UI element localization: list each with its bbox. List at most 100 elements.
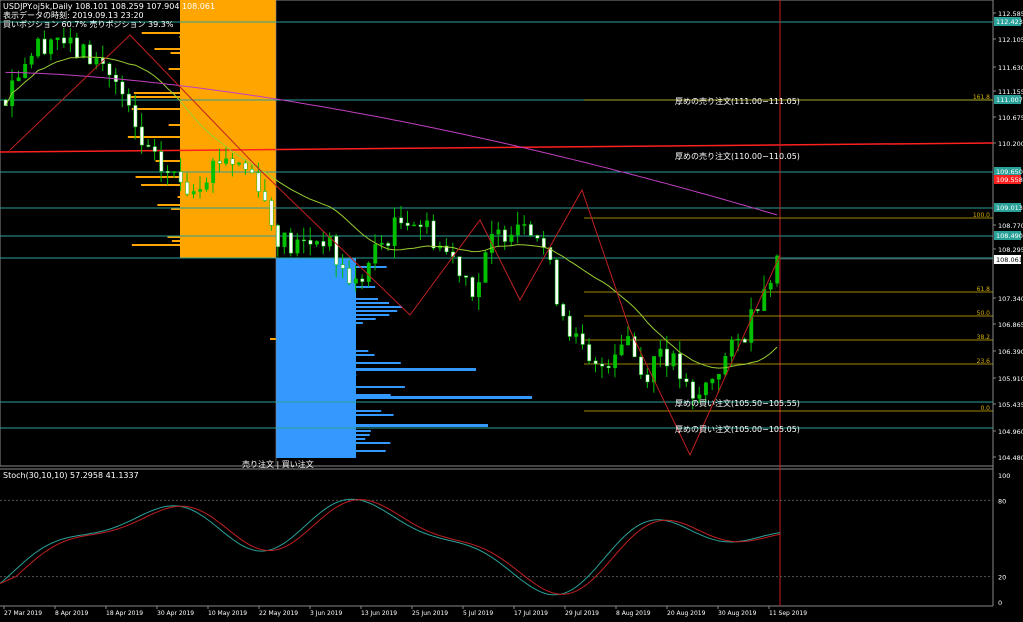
candle-body xyxy=(412,224,417,227)
sell-order-bar xyxy=(219,128,276,130)
date-tick-label: 18 Apr 2019 xyxy=(106,610,143,617)
buy-order-bar xyxy=(276,278,318,280)
candle-body xyxy=(477,282,481,298)
candle-body xyxy=(626,336,631,346)
candle-body xyxy=(645,374,650,383)
buy-order-bar xyxy=(276,342,312,344)
buy-order-bar xyxy=(276,434,370,436)
sell-order-bar xyxy=(233,84,276,86)
stoch-axis-label: 80 xyxy=(998,497,1006,505)
buy-order-bar-long xyxy=(276,396,532,399)
candle-body xyxy=(470,277,475,298)
orders-legend: 売り注文 | 買い注文 xyxy=(242,459,314,469)
sell-order-bar xyxy=(225,144,276,146)
price-tick-label: 112.585 xyxy=(998,10,1023,18)
sell-order-bar xyxy=(233,132,276,134)
sell-order-bar xyxy=(171,240,276,242)
buy-order-bar xyxy=(276,338,329,340)
sell-order-bar xyxy=(133,92,276,94)
chart-window[interactable]: 161.8 100.0 61.8 50.0 38.2 23.6 0.0 厚めの売り注文(111… xyxy=(0,0,1023,618)
candle-body xyxy=(535,235,540,239)
candle-body xyxy=(75,37,79,58)
sell-heavy-note-1: 厚めの売り注文(111.00−111.05) xyxy=(675,96,800,106)
candle-body xyxy=(522,224,527,226)
candle-body xyxy=(191,191,196,195)
sell-order-bar xyxy=(155,160,276,162)
buy-order-bar xyxy=(276,394,391,396)
sell-order-bar xyxy=(225,192,276,194)
buy-heavy-note-1: 厚めの買い注文(105.50−105.55) xyxy=(675,398,800,408)
date-tick-label: 25 Jun 2019 xyxy=(412,610,448,617)
price-tick-label: 107.340 xyxy=(998,295,1023,303)
stoch-axis-label: 100 xyxy=(998,472,1010,480)
sell-order-bar xyxy=(224,16,276,18)
price-tag-label: 109.558 xyxy=(996,176,1023,184)
candle-body xyxy=(185,181,190,195)
candle-body xyxy=(379,243,384,245)
date-tick-label: 30 Aug 2019 xyxy=(718,610,757,617)
candle-body xyxy=(587,344,592,362)
candle-body xyxy=(690,381,695,399)
buy-order-bar xyxy=(276,318,376,320)
fib-label: 38.2 xyxy=(977,334,991,341)
sell-order-bar xyxy=(235,72,276,74)
date-tick-label: 8 Aug 2019 xyxy=(616,610,651,617)
candle-body xyxy=(120,81,125,95)
candle-body xyxy=(178,171,183,183)
buy-order-bar xyxy=(276,302,390,304)
buy-order-bar xyxy=(276,290,302,292)
candle-body xyxy=(639,356,644,375)
buy-order-bar xyxy=(276,322,363,324)
chart-symbol-info: USDJPY.oj5k,Daily 108.101 108.259 107.90… xyxy=(3,2,216,11)
candle-body xyxy=(172,171,177,174)
sell-heavy-note-2: 厚めの売り注文(110.00−110.05) xyxy=(675,151,800,161)
candle-body xyxy=(729,339,734,357)
sell-order-bar xyxy=(168,68,276,70)
sell-order-bar xyxy=(131,244,276,246)
candle-body xyxy=(600,363,605,367)
candle-body xyxy=(515,224,520,236)
candle-body xyxy=(593,360,598,365)
buy-order-bar-long xyxy=(276,424,488,427)
ma-short-line xyxy=(5,56,778,369)
candle-body xyxy=(146,144,151,147)
buy-order-bar xyxy=(276,346,334,348)
fib-label: 61.8 xyxy=(977,286,991,293)
candle-body xyxy=(107,63,112,76)
candle-body xyxy=(16,77,21,81)
price-tick-label: 104.960 xyxy=(998,428,1023,436)
sell-order-bar xyxy=(154,48,276,50)
candle-body xyxy=(742,338,747,343)
buy-order-bar xyxy=(276,422,289,424)
candle-body xyxy=(528,224,533,236)
price-chart[interactable]: 161.8 100.0 61.8 50.0 38.2 23.6 0.0 厚めの売り注文(111… xyxy=(0,0,1023,618)
candle-body xyxy=(314,241,319,245)
sell-order-bar xyxy=(129,96,276,98)
price-tick-label: 106.390 xyxy=(998,348,1023,356)
candle-body xyxy=(126,93,131,106)
sell-order-bar xyxy=(249,88,276,90)
date-tick-label: 17 Jul 2019 xyxy=(514,610,548,617)
date-tick-label: 20 Aug 2019 xyxy=(667,610,706,617)
candle-body xyxy=(49,39,54,55)
candle-body xyxy=(392,217,397,246)
stochastic-label: Stoch(30,10,10) 57.2958 41.1337 xyxy=(3,471,139,480)
sell-order-bar xyxy=(213,248,276,250)
buy-order-bar xyxy=(276,326,353,328)
candle-body xyxy=(541,238,546,248)
sell-order-bar xyxy=(219,44,276,46)
buy-order-bar xyxy=(276,310,398,312)
candle-body xyxy=(483,252,488,283)
candle-body xyxy=(88,44,92,65)
sell-order-bar xyxy=(177,196,276,198)
candle-body xyxy=(36,38,41,57)
candle-body xyxy=(606,365,611,369)
buy-order-bar xyxy=(276,438,366,440)
candle-body xyxy=(574,333,579,337)
price-tag-label: 109.013 xyxy=(996,204,1023,212)
candle-body xyxy=(301,239,306,242)
price-tick-label: 112.105 xyxy=(998,36,1023,44)
candle-body xyxy=(81,44,86,58)
buy-order-bar-long xyxy=(276,368,476,371)
candle-body xyxy=(55,37,60,40)
